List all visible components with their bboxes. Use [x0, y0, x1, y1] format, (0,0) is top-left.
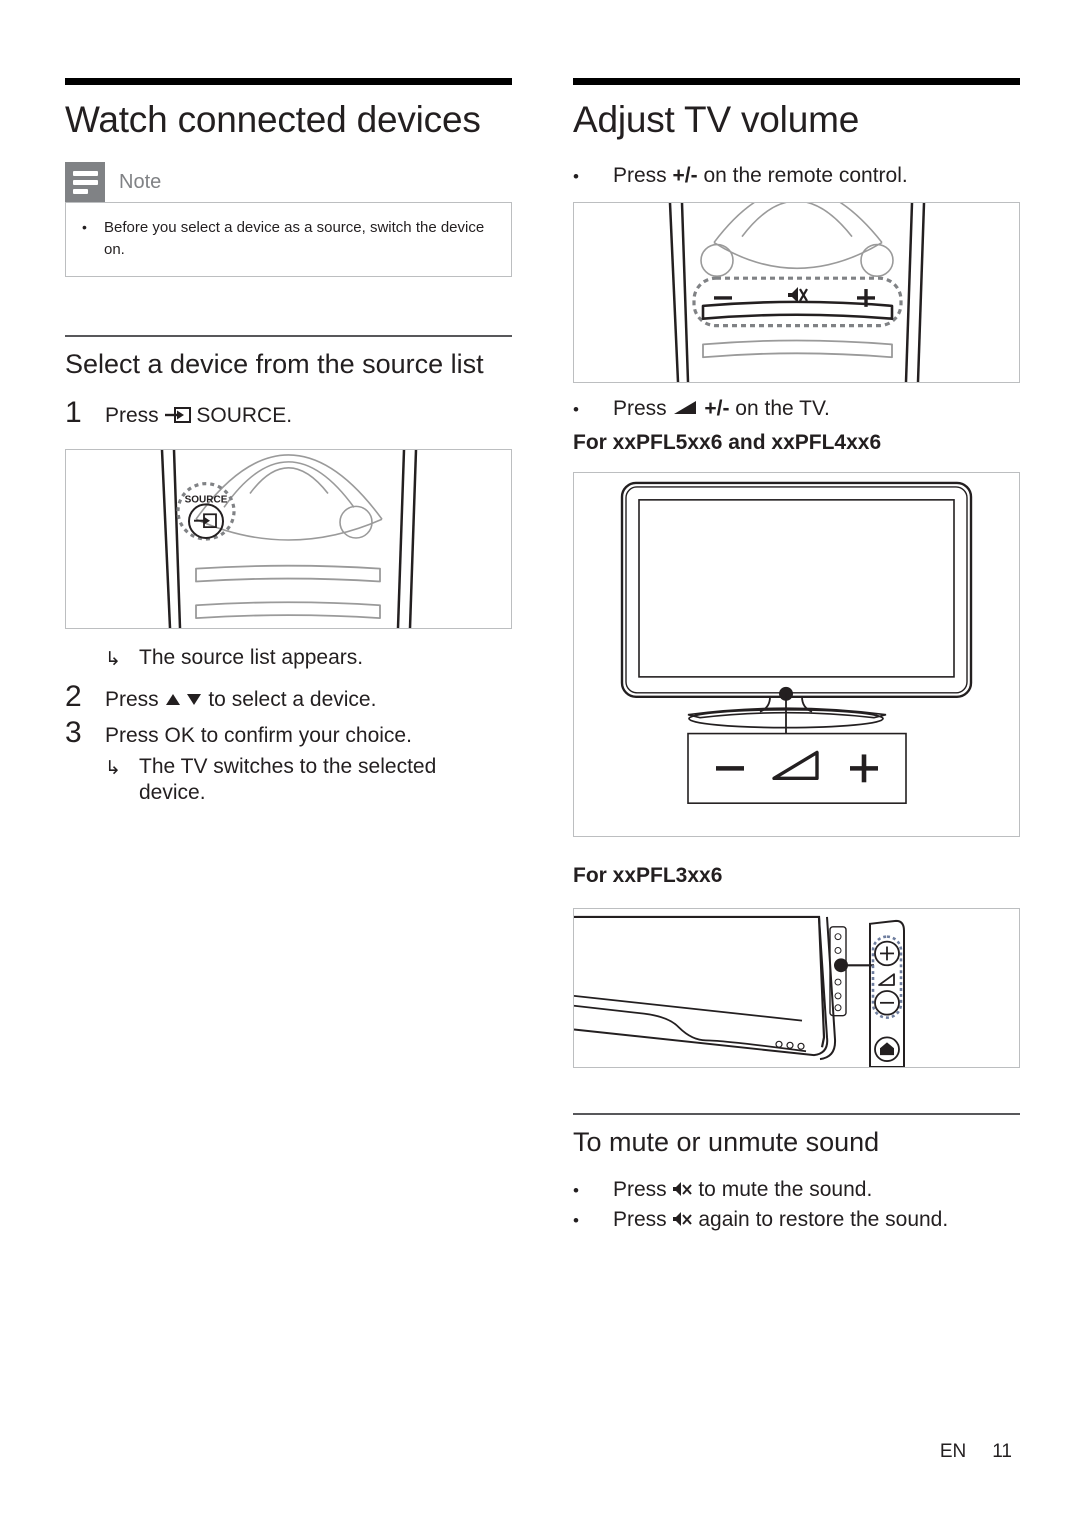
step-3: 3 Press OK to confirm your choice.	[65, 715, 512, 750]
mute-1-after: again to restore the sound.	[692, 1207, 949, 1231]
section-rule-source-list	[65, 335, 512, 338]
note-box: Note Before you select a device as a sou…	[65, 162, 512, 278]
bullet-tv-volume: Press +/- on the TV.	[573, 395, 1020, 422]
section-title-select-device: Select a device from the source list	[65, 349, 484, 380]
source-input-icon	[164, 406, 191, 424]
step-2: 2 Press to select a device.	[65, 679, 512, 714]
bullet-tv-volume-text: Press +/- on the TV.	[613, 395, 830, 422]
page-title-adjust-tv-volume: Adjust TV volume	[573, 99, 860, 140]
bullet-0-before: Press	[613, 164, 673, 188]
step-3-result: ↳ The TV switches to the selected device…	[65, 754, 512, 808]
bullet-unmute-sound: Press again to restore the sound.	[573, 1206, 1020, 1233]
bullet-remote-volume: Press +/- on the remote control.	[573, 162, 1020, 189]
page-footer: EN 11	[940, 1441, 1012, 1463]
step-2-text-after: to select a device.	[202, 687, 377, 711]
step-1-result-text: The source list appears.	[139, 645, 364, 669]
section-rule-mute	[573, 1113, 1020, 1116]
bullet-mute-sound-text: Press to mute the sound.	[613, 1176, 872, 1203]
tv-front-volume-controls-figure	[573, 472, 1020, 838]
bullet-remote-volume-text: Press +/- on the remote control.	[613, 162, 908, 189]
bullet-0-bold: +/-	[672, 164, 698, 188]
mute-speaker-icon	[672, 1211, 693, 1228]
bullet-0-after: on the remote control.	[697, 164, 908, 188]
step-1: 1 Press SOURCE.	[65, 398, 512, 430]
footer-page-number: 11	[992, 1441, 1012, 1462]
bullet-dot-icon	[573, 395, 613, 422]
step-2-number: 2	[65, 679, 82, 713]
volume-wedge-icon	[673, 400, 699, 417]
note-lines-icon	[65, 162, 105, 203]
bullet-1-after: on the TV.	[729, 396, 830, 420]
step-3-number: 3	[65, 715, 82, 749]
footer-language-code: EN	[939, 1441, 967, 1462]
left-column: Watch connected devices Note Before you …	[65, 78, 512, 807]
bullet-1-before: Press	[613, 396, 673, 420]
result-arrow-icon: ↳	[105, 648, 121, 670]
note-label: Note	[119, 171, 162, 194]
mute-0-before: Press	[613, 1178, 673, 1202]
bullet-1-bold: +/-	[704, 396, 730, 420]
step-3-result-text: The TV switches to the selected device.	[139, 754, 437, 805]
model-heading-5xx6-4xx6: For xxPFL5xx6 and xxPFL4xx6	[573, 431, 882, 455]
mute-speaker-icon	[672, 1181, 693, 1198]
step-1-text-after: SOURCE.	[190, 404, 293, 428]
mute-0-after: to mute the sound.	[692, 1178, 873, 1202]
bullet-dot-icon	[573, 162, 613, 189]
bullet-dot-icon	[82, 217, 104, 260]
step-3-text-before: Press	[105, 723, 165, 747]
page-title-watch-connected-devices: Watch connected devices	[65, 99, 481, 140]
remote-control-volume-rocker-figure	[573, 201, 1020, 383]
note-body: Before you select a device as a source, …	[65, 202, 512, 278]
step-2-text-before: Press	[105, 687, 165, 711]
step-3-text: Press OK to confirm your choice.	[105, 718, 412, 750]
note-header: Note	[65, 162, 512, 203]
result-arrow-icon: ↳	[105, 757, 121, 779]
manual-page: Watch connected devices Note Before you …	[0, 0, 1080, 1527]
model-heading-3xx6: For xxPFL3xx6	[573, 864, 723, 888]
step-1-text-before: Press	[105, 404, 165, 428]
step-1-result: ↳ The source list appears.	[65, 645, 512, 672]
step-2-text: Press to select a device.	[105, 682, 376, 714]
chapter-rule-left	[65, 78, 512, 85]
chapter-rule-right	[573, 78, 1020, 85]
right-column: Adjust TV volume Press +/- on the remote…	[573, 78, 1020, 1233]
bullet-dot-icon	[573, 1206, 613, 1233]
tv-side-volume-controls-figure	[573, 908, 1020, 1069]
step-1-text: Press SOURCE.	[105, 398, 292, 430]
mute-1-before: Press	[613, 1207, 673, 1231]
section-title-mute-unmute: To mute or unmute sound	[573, 1127, 880, 1158]
note-list-item: Before you select a device as a source, …	[82, 217, 495, 260]
step-1-number: 1	[65, 396, 82, 430]
bullet-dot-icon	[573, 1176, 613, 1203]
remote-control-source-button-figure: SOURCE	[65, 448, 512, 629]
step-3-text-after: OK to confirm your choice.	[164, 723, 412, 747]
note-item-text: Before you select a device as a source, …	[104, 219, 485, 258]
bullet-mute-sound: Press to mute the sound.	[573, 1176, 1020, 1203]
up-down-arrows-icon	[165, 692, 203, 708]
bullet-unmute-sound-text: Press again to restore the sound.	[613, 1206, 948, 1233]
